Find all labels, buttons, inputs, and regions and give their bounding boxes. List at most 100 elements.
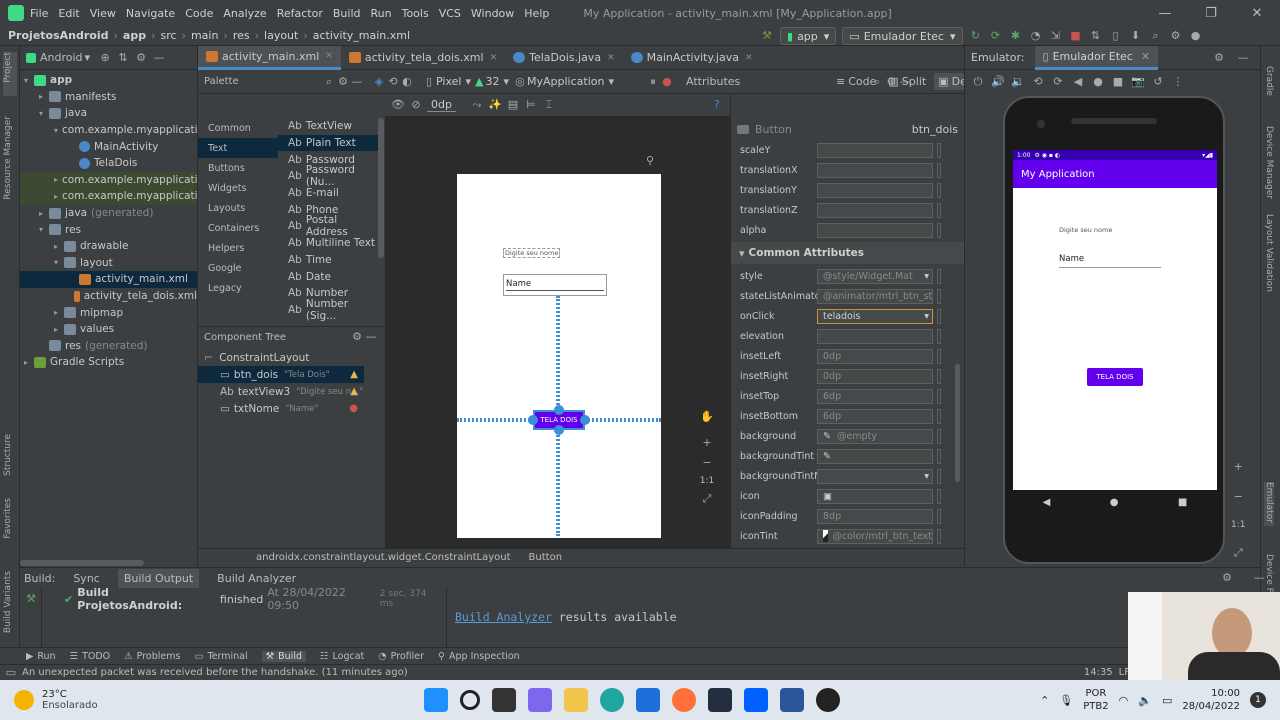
device-manager-tool-button[interactable]: Device Manager bbox=[1264, 126, 1274, 202]
component-tree-hide-icon[interactable]: — bbox=[364, 330, 378, 344]
palette-category-buttons[interactable]: Buttons bbox=[198, 158, 278, 178]
menu-code[interactable]: Code bbox=[185, 7, 213, 20]
expand-arrow-icon[interactable]: ▸ bbox=[39, 92, 49, 101]
tree-root[interactable]: ⌐ ConstraintLayout bbox=[198, 349, 384, 366]
crumb-3[interactable]: main bbox=[191, 29, 218, 42]
status-message[interactable]: An unexpected packet was received before… bbox=[22, 667, 408, 678]
stop-icon[interactable]: ■ bbox=[1069, 29, 1083, 43]
expand-arrow-icon[interactable]: ▾ bbox=[39, 109, 49, 118]
minimize-icon[interactable]: — bbox=[1142, 6, 1188, 21]
apply-changes-icon[interactable]: ⟳ bbox=[989, 29, 1003, 43]
tool-terminal[interactable]: ▭ Terminal bbox=[194, 651, 247, 662]
build-analyzer-tab[interactable]: Build Analyzer bbox=[217, 572, 296, 585]
structure-tool-button[interactable]: Structure bbox=[3, 434, 13, 479]
expand-arrow-icon[interactable]: ▾ bbox=[39, 225, 49, 234]
menu-view[interactable]: View bbox=[90, 7, 116, 20]
night-mode-icon[interactable]: ◐ bbox=[400, 75, 414, 89]
attribute-value-field[interactable]: teladois ▾ bbox=[817, 308, 933, 324]
palette-category-containers[interactable]: Containers bbox=[198, 218, 278, 238]
close-tab-icon[interactable]: ✕ bbox=[490, 53, 498, 63]
notification-icon[interactable]: 1 bbox=[1250, 692, 1266, 708]
zoom-to-fit-icon[interactable]: ⤢ bbox=[700, 492, 714, 506]
chat-icon[interactable] bbox=[528, 688, 552, 712]
resource-picker-button[interactable] bbox=[937, 528, 941, 544]
canvas-edittext[interactable]: Name bbox=[503, 274, 607, 296]
avatar-icon[interactable]: ● bbox=[1189, 29, 1203, 43]
build-result-row[interactable]: ✔ Build ProjetosAndroid: finished At 28/… bbox=[64, 586, 442, 612]
expand-arrow-icon[interactable]: ▸ bbox=[54, 308, 64, 317]
attributes-scrollbar[interactable] bbox=[955, 364, 960, 482]
resource-picker-button[interactable] bbox=[937, 408, 941, 424]
palette-category-google[interactable]: Google bbox=[198, 258, 278, 278]
tree-item[interactable]: ▸ com.example.myapplicati bbox=[20, 188, 198, 205]
expand-arrow-icon[interactable]: ▾ bbox=[24, 76, 34, 85]
warning-icon[interactable]: ▲ bbox=[350, 386, 358, 397]
tool-profiler[interactable]: ◔ Profiler bbox=[378, 651, 424, 662]
resource-picker-button[interactable] bbox=[937, 182, 941, 198]
task-view-icon[interactable] bbox=[492, 688, 516, 712]
menu-analyze[interactable]: Analyze bbox=[223, 7, 266, 20]
sync-icon[interactable]: ⇅ bbox=[1089, 29, 1103, 43]
tree-item[interactable]: MainActivity bbox=[20, 138, 197, 155]
attribute-value-field[interactable]: @style/Widget.Mat ▾ bbox=[817, 268, 933, 284]
tab-activity_main-xml[interactable]: activity_main.xml ✕ bbox=[198, 45, 341, 70]
close-tab-icon[interactable]: ✕ bbox=[607, 53, 615, 63]
rotate-right-icon[interactable]: ⟳ bbox=[1051, 75, 1065, 89]
menu-vcs[interactable]: VCS bbox=[439, 7, 461, 20]
palette-hide-icon[interactable]: — bbox=[350, 75, 364, 89]
tree-item[interactable]: ▾ layout bbox=[20, 255, 197, 272]
volume-up-icon[interactable]: 🔊 bbox=[991, 75, 1005, 89]
layout-canvas[interactable]: Digite seu nome Name TELA DOIS bbox=[457, 174, 661, 538]
amazon-icon[interactable] bbox=[708, 688, 732, 712]
pack-icon[interactable]: ▤ bbox=[506, 98, 520, 112]
horizontal-scrollbar[interactable] bbox=[20, 560, 144, 566]
device-icon[interactable]: ▯ bbox=[422, 75, 436, 89]
build-hide-icon[interactable]: — bbox=[1252, 571, 1266, 585]
emulator-tool-button[interactable]: Emulator bbox=[1264, 482, 1274, 526]
api-select[interactable]: 32 bbox=[485, 75, 499, 88]
attribute-value-field[interactable]: ✎ @empty bbox=[817, 428, 933, 444]
image-picker-icon[interactable]: ▣ bbox=[823, 491, 832, 502]
snapshot-icon[interactable]: ↺ bbox=[1151, 75, 1165, 89]
pin-icon[interactable]: ⚲ bbox=[643, 154, 657, 168]
tree-item[interactable]: ▸ mipmap bbox=[20, 304, 197, 321]
power-icon[interactable]: ⏻ bbox=[971, 75, 985, 89]
tree-item[interactable]: res (generated) bbox=[20, 338, 197, 355]
menu-edit[interactable]: Edit bbox=[58, 7, 79, 20]
firefox-icon[interactable] bbox=[672, 688, 696, 712]
weather-widget[interactable]: 23°C Ensolarado bbox=[0, 689, 180, 711]
screenshot-icon[interactable]: 📷 bbox=[1131, 75, 1145, 89]
tab-activity_tela_dois-xml[interactable]: activity_tela_dois.xml ✕ bbox=[341, 46, 505, 70]
zoom-in-icon[interactable]: + bbox=[700, 436, 714, 450]
tool-problems[interactable]: ⚠ Problems bbox=[124, 651, 180, 662]
crumb-1[interactable]: app bbox=[123, 29, 146, 42]
orientation-icon[interactable]: ⟲ bbox=[386, 75, 400, 89]
expand-arrow-icon[interactable]: ▸ bbox=[24, 358, 34, 367]
back-icon[interactable]: ◀ bbox=[1071, 75, 1085, 89]
guidelines-icon[interactable]: ⌶ bbox=[542, 98, 556, 112]
attribute-value-field[interactable]: 8dp bbox=[817, 508, 933, 524]
favorites-tool-button[interactable]: Favorites bbox=[3, 498, 13, 542]
volume-icon[interactable]: 🔈 bbox=[1138, 694, 1152, 707]
tree-item[interactable]: ▾ app bbox=[20, 72, 197, 89]
palette-category-text[interactable]: Text bbox=[198, 138, 278, 158]
device-manager-icon[interactable]: ▯ bbox=[1109, 29, 1123, 43]
tool-app-inspection[interactable]: ⚲ App Inspection bbox=[438, 651, 520, 662]
dropdown-arrow-icon[interactable]: ▾ bbox=[924, 471, 929, 482]
expand-arrow-icon[interactable]: ▸ bbox=[39, 209, 49, 218]
right-anchor[interactable] bbox=[580, 415, 590, 425]
attribute-value-field[interactable] bbox=[817, 328, 933, 344]
search-icon[interactable]: ⌕ bbox=[1149, 29, 1163, 43]
tree-item[interactable]: ▸ drawable bbox=[20, 238, 197, 255]
breadcrumb-constraintlayout[interactable]: androidx.constraintlayout.widget.Constra… bbox=[256, 552, 511, 563]
attribute-value-field[interactable]: @color/mtrl_btn_text bbox=[817, 528, 933, 544]
tool-todo[interactable]: ☰ TODO bbox=[70, 651, 111, 662]
palette-item[interactable]: Ab Time bbox=[278, 252, 378, 269]
settings-icon[interactable]: ⚙ bbox=[1169, 29, 1183, 43]
resource-picker-button[interactable] bbox=[937, 288, 941, 304]
expand-arrow-icon[interactable]: ▸ bbox=[54, 192, 58, 201]
tree-item[interactable]: ▸ manifests bbox=[20, 89, 197, 106]
expand-arrow-icon[interactable]: ▸ bbox=[54, 175, 58, 184]
palette-item[interactable]: Ab Password (Nu... bbox=[278, 164, 378, 188]
menu-window[interactable]: Window bbox=[471, 7, 514, 20]
